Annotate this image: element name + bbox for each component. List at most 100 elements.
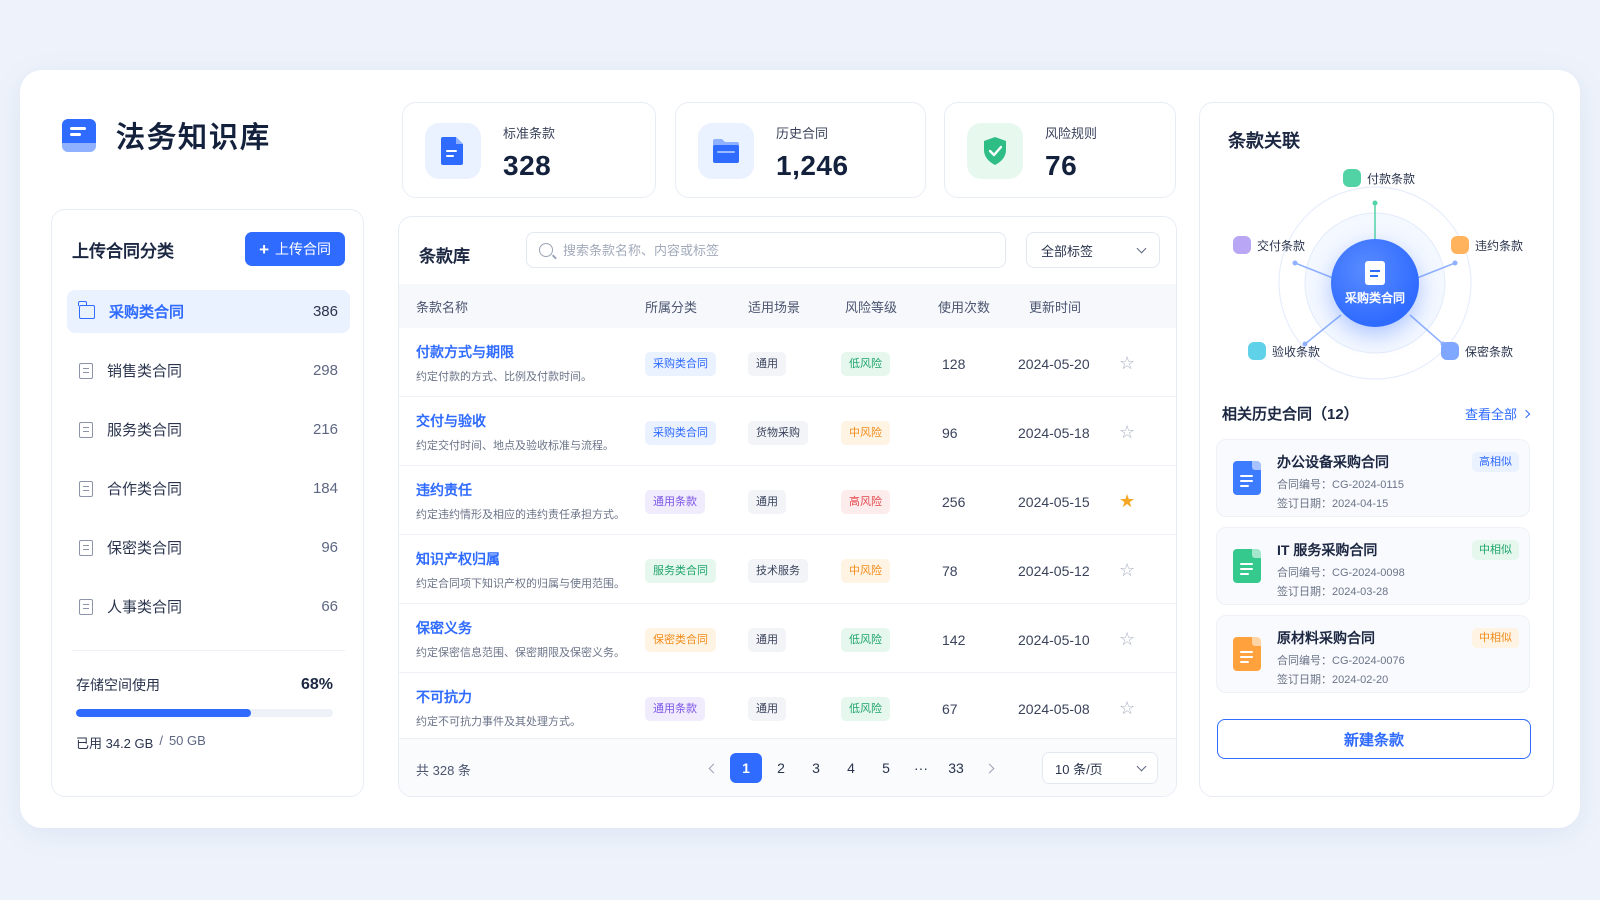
clause-name-link[interactable]: 不可抗力	[416, 687, 472, 707]
page-button[interactable]: 2	[765, 753, 797, 783]
relation-node-confidential[interactable]: 保密条款	[1441, 342, 1513, 360]
sidebar-item-confidential[interactable]: 保密类合同 96	[67, 526, 350, 569]
column-header-updated[interactable]: 更新时间	[1029, 297, 1081, 316]
page-button[interactable]: 3	[800, 753, 832, 783]
related-contract-item[interactable]: 原材料采购合同 合同编号：CG-2024-0076 签订日期：2024-02-20 中…	[1216, 615, 1530, 693]
document-icon	[79, 598, 93, 615]
tag-filter-select[interactable]: 全部标签	[1026, 232, 1160, 268]
relation-graph: 采购类合同 付款条款 交付条款 违约条款 验收条款 保密条款	[1200, 159, 1555, 389]
node-label: 违约条款	[1475, 238, 1524, 253]
star-icon[interactable]: ☆	[1119, 561, 1135, 579]
updated-date: 2024-05-08	[1018, 701, 1090, 717]
clause-description: 约定合同项下知识产权的归属与使用范围。	[416, 578, 625, 590]
related-contracts-list: 办公设备采购合同 合同编号：CG-2024-0115 签订日期：2024-04-15…	[1216, 439, 1530, 703]
page-button[interactable]: 33	[940, 753, 972, 783]
view-all-label: 查看全部	[1464, 407, 1517, 422]
node-marker	[1233, 236, 1251, 254]
clause-name-link[interactable]: 保密义务	[416, 618, 472, 638]
table-row[interactable]: 不可抗力约定不可抗力事件及其处理方式。 通用条款 通用 低风险 67 2024-05-08…	[399, 673, 1176, 742]
column-header-name[interactable]: 条款名称	[416, 297, 468, 316]
usage-count: 67	[942, 701, 958, 717]
column-header-usage[interactable]: 使用次数	[938, 297, 990, 316]
clause-description: 约定不可抗力事件及其处理方式。	[416, 716, 581, 728]
sidebar-item-count: 96	[321, 539, 338, 556]
usage-count: 142	[942, 632, 966, 648]
page-button[interactable]: 4	[835, 753, 867, 783]
sidebar-item-cooperation[interactable]: 合作类合同 184	[67, 467, 350, 510]
risk-level-badge: 高风险	[841, 490, 890, 514]
related-contracts-title: 相关历史合同（12）	[1222, 406, 1359, 423]
relation-node-delivery[interactable]: 交付条款	[1233, 236, 1305, 254]
sidebar-item-sales[interactable]: 销售类合同 298	[67, 349, 350, 392]
clause-name-link[interactable]: 交付与验收	[416, 411, 486, 431]
plus-icon: +	[259, 239, 269, 259]
sidebar-item-label: 合作类合同	[107, 481, 183, 498]
search-icon	[539, 243, 553, 257]
node-label: 付款条款	[1367, 171, 1416, 186]
scene-tag: 通用	[748, 697, 786, 721]
relation-node-acceptance[interactable]: 验收条款	[1248, 342, 1320, 360]
sidebar-item-label: 人事类合同	[107, 599, 183, 616]
updated-date: 2024-05-10	[1018, 632, 1090, 648]
page-button[interactable]: 5	[870, 753, 902, 783]
star-icon[interactable]: ☆	[1119, 630, 1135, 648]
sidebar-item-label: 保密类合同	[107, 540, 183, 557]
updated-date: 2024-05-12	[1018, 563, 1090, 579]
clause-name-link[interactable]: 知识产权归属	[416, 549, 500, 569]
node-marker	[1248, 342, 1266, 360]
table-row[interactable]: 保密义务 约定保密信息范围、保密期限及保密义务。 保密类合同 通用 低风险 142 2024…	[399, 604, 1176, 673]
sidebar-item-label: 采购类合同	[109, 304, 185, 321]
sidebar-item-procurement[interactable]: 采购类合同 386	[67, 290, 350, 333]
star-icon[interactable]: ☆	[1119, 423, 1135, 441]
star-icon[interactable]: ☆	[1119, 699, 1135, 717]
clause-name-link[interactable]: 付款方式与期限	[416, 342, 514, 362]
node-marker	[1343, 169, 1361, 187]
sidebar-item-count: 184	[312, 480, 338, 497]
table-row[interactable]: 付款方式与期限 约定付款的方式、比例及付款时间。 采购类合同 通用 低风险 128 2024…	[399, 328, 1176, 397]
document-icon	[1233, 461, 1261, 495]
updated-date: 2024-05-18	[1018, 425, 1090, 441]
risk-level-badge: 低风险	[841, 697, 890, 721]
table-row[interactable]: 违约责任 约定违约情形及相应的违约责任承担方式。 通用条款 通用 高风险 256 2024-…	[399, 466, 1176, 535]
stat-card-risk-rules[interactable]: 风险规则 76	[944, 102, 1176, 198]
stat-card-standard-clauses[interactable]: 标准条款 328	[402, 102, 656, 198]
upload-contract-button[interactable]: + 上传合同	[245, 232, 345, 266]
storage-total: 50 GB	[168, 733, 206, 748]
usage-count: 128	[942, 356, 966, 372]
related-contract-item[interactable]: 办公设备采购合同 合同编号：CG-2024-0115 签订日期：2024-04-15…	[1216, 439, 1530, 517]
star-icon[interactable]: ☆	[1119, 354, 1135, 372]
next-page-button[interactable]	[975, 753, 1003, 783]
storage-used: 已用 34.2 GB	[76, 736, 154, 751]
column-header-category[interactable]: 所属分类	[645, 297, 697, 316]
contract-number: 合同编号：CG-2024-0076	[1277, 655, 1405, 667]
clause-name-link[interactable]: 违约责任	[416, 480, 472, 500]
contract-number: 合同编号：CG-2024-0115	[1277, 479, 1404, 491]
related-contract-item[interactable]: IT 服务采购合同 合同编号：CG-2024-0098 签订日期：2024-03-2…	[1216, 527, 1530, 605]
column-header-scene[interactable]: 适用场景	[748, 297, 800, 316]
table-row[interactable]: 知识产权归属 约定合同项下知识产权的归属与使用范围。 服务类合同 技术服务 中风险 78 2…	[399, 535, 1176, 604]
stat-card-history-contracts[interactable]: 历史合同 1,246	[675, 102, 926, 198]
page-size-select[interactable]: 10 条/页	[1042, 752, 1158, 784]
upload-label: 上传合同	[275, 241, 331, 257]
view-all-link[interactable]: 查看全部	[1464, 404, 1531, 423]
hub-node[interactable]: 采购类合同	[1331, 239, 1419, 327]
sidebar-item-service[interactable]: 服务类合同 216	[67, 408, 350, 451]
node-marker	[1451, 236, 1469, 254]
search-input[interactable]	[563, 242, 993, 258]
page-button[interactable]: 1	[730, 753, 762, 783]
relation-node-payment[interactable]: 付款条款	[1343, 169, 1415, 187]
contract-name: 原材料采购合同	[1277, 630, 1375, 646]
risk-level-badge: 低风险	[841, 628, 890, 652]
document-icon	[1233, 637, 1261, 671]
category-tag: 通用条款	[645, 697, 705, 721]
column-header-risk[interactable]: 风险等级	[845, 297, 897, 316]
star-icon[interactable]: ★	[1119, 492, 1135, 510]
updated-date: 2024-05-15	[1018, 494, 1090, 510]
new-clause-button[interactable]: 新建条款	[1217, 719, 1531, 759]
prev-page-button[interactable]	[699, 753, 727, 783]
table-row[interactable]: 交付与验收 约定交付时间、地点及验收标准与流程。 采购类合同 货物采购 中风险 96 202…	[399, 397, 1176, 466]
stat-label: 风险规则	[1045, 126, 1098, 141]
sidebar-item-count: 216	[312, 421, 338, 438]
sidebar-item-hr[interactable]: 人事类合同 66	[67, 585, 350, 628]
relation-node-breach[interactable]: 违约条款	[1451, 236, 1523, 254]
